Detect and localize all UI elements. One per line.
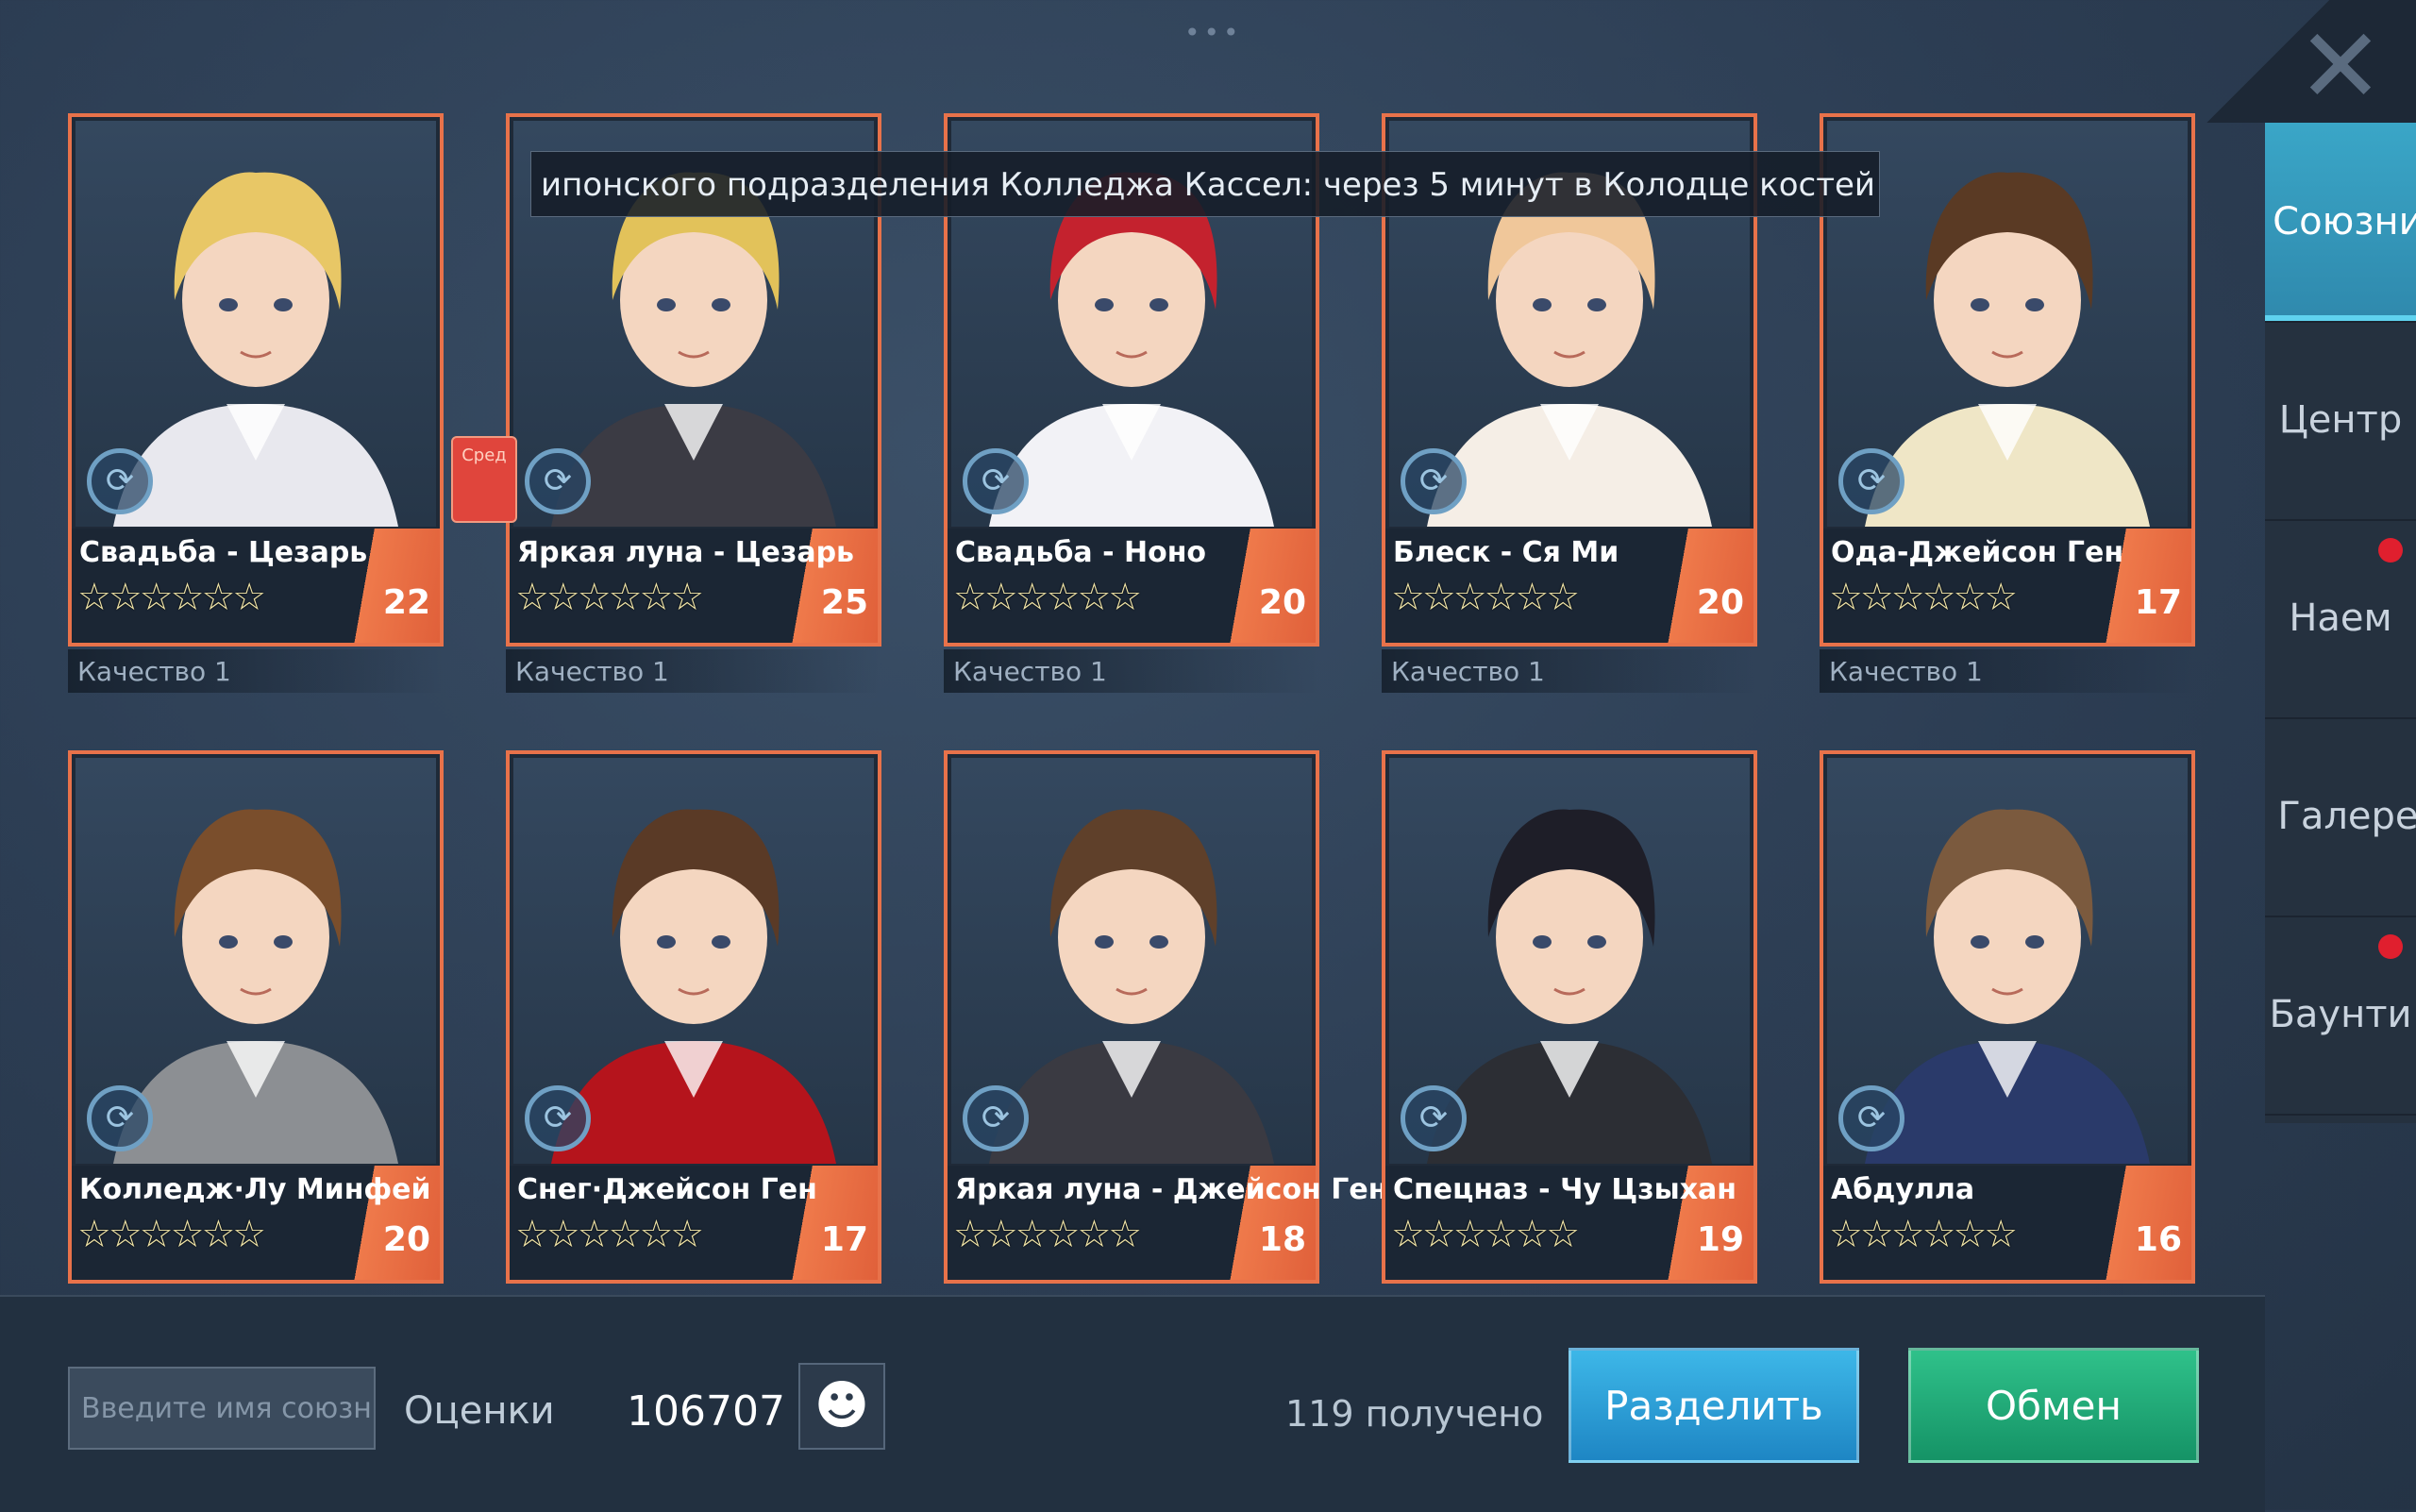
red-tag-label: Сред <box>461 445 507 465</box>
sidebar: Союзник Центр Наем Галерея Баунти <box>2265 123 2416 1123</box>
tab-label: Баунти <box>2269 993 2412 1036</box>
faction-emblem-icon: ⟳ <box>963 448 1029 514</box>
ally-level: 20 <box>1696 583 1744 622</box>
notification-dot <box>2378 934 2403 959</box>
star-rating: ☆☆☆☆☆☆ <box>515 576 704 619</box>
star-rating: ☆☆☆☆☆☆ <box>515 1213 704 1256</box>
ally-name: Спецназ - Чу Цзыхан <box>1393 1173 1737 1206</box>
tab-label: Наем <box>2289 596 2392 640</box>
faction-emblem-icon: ⟳ <box>1838 448 1904 514</box>
received-count: 119 получено <box>1285 1393 1544 1435</box>
score-value: 106707 <box>627 1387 785 1436</box>
ally-name: Свадьба - Цезарь <box>79 536 368 569</box>
star-rating: ☆☆☆☆☆☆ <box>1829 1213 2018 1256</box>
faction-emblem-icon: ⟳ <box>87 1085 153 1151</box>
ally-card[interactable]: ⟳ Яркая луна - Джейсон Ген ☆☆☆☆☆☆ 18 <box>944 750 1387 1284</box>
ally-name: Яркая луна - Цезарь <box>517 536 855 569</box>
tab-gallery[interactable]: Галерея <box>2265 717 2416 917</box>
star-rating: ☆☆☆☆☆☆ <box>77 1213 266 1256</box>
tab-label: Союзник <box>2273 200 2416 244</box>
star-rating: ☆☆☆☆☆☆ <box>1391 576 1580 619</box>
tab-bounty[interactable]: Баунти <box>2265 916 2416 1116</box>
split-button[interactable]: Разделить <box>1569 1348 1859 1463</box>
tab-center[interactable]: Центр <box>2265 321 2416 521</box>
ally-quality: Качество 1 <box>1829 656 1983 687</box>
ally-card-grid: ⟳ Свадьба - Цезарь ☆☆☆☆☆☆ 22 Качество 1 <box>57 113 2227 1293</box>
star-rating: ☆☆☆☆☆☆ <box>77 576 266 619</box>
faction-emblem-icon: ⟳ <box>1838 1085 1904 1151</box>
ally-quality: Качество 1 <box>77 656 231 687</box>
trade-button[interactable]: Обмен <box>1908 1348 2199 1463</box>
faction-emblem-icon: ⟳ <box>1401 448 1467 514</box>
faction-emblem-icon: ⟳ <box>87 448 153 514</box>
more-dots-icon[interactable]: ••• <box>1184 17 1243 48</box>
ally-level: 20 <box>1258 583 1306 622</box>
tab-hire[interactable]: Наем <box>2265 519 2416 719</box>
ally-quality: Качество 1 <box>1391 656 1545 687</box>
faction-emblem-icon: ⟳ <box>1401 1085 1467 1151</box>
ally-level: 22 <box>382 583 430 622</box>
ally-name: Снег·Джейсон Ген <box>517 1173 817 1206</box>
star-rating: ☆☆☆☆☆☆ <box>1391 1213 1580 1256</box>
star-rating: ☆☆☆☆☆☆ <box>1829 576 2018 619</box>
ally-name: Ода-Джейсон Ген <box>1831 536 2124 569</box>
announcement-ticker: ипонского подразделения Колледжа Кассел:… <box>530 151 1880 217</box>
ally-quality: Качество 1 <box>515 656 669 687</box>
star-rating: ☆☆☆☆☆☆ <box>953 576 1142 619</box>
ally-quality: Качество 1 <box>953 656 1107 687</box>
ally-name: Колледж·Лу Минфей <box>79 1173 431 1206</box>
faction-emblem-icon: ⟳ <box>963 1085 1029 1151</box>
notification-dot <box>2378 538 2403 563</box>
tab-allies[interactable]: Союзник <box>2265 123 2416 323</box>
ticker-text: ипонского подразделения Колледжа Кассел:… <box>541 166 1879 204</box>
ally-card[interactable]: ⟳ Свадьба - Цезарь ☆☆☆☆☆☆ 22 Качество 1 <box>68 113 444 693</box>
trade-button-label: Обмен <box>1986 1382 2122 1429</box>
ally-name: Блеск - Ся Ми <box>1393 536 1619 569</box>
faction-emblem-icon: ⟳ <box>525 1085 591 1151</box>
close-icon[interactable]: ✕ <box>2284 14 2397 118</box>
ally-card[interactable]: ⟳ Колледж·Лу Минфей ☆☆☆☆☆☆ 20 <box>68 750 444 1284</box>
score-label: Оценки <box>404 1389 555 1433</box>
star-rating: ☆☆☆☆☆☆ <box>953 1213 1142 1256</box>
ally-level: 17 <box>820 1220 868 1259</box>
ally-card[interactable]: ⟳ Спецназ - Чу Цзыхан ☆☆☆☆☆☆ 19 <box>1382 750 1757 1284</box>
ally-name: Яркая луна - Джейсон Ген <box>955 1173 1388 1206</box>
ally-search-input[interactable] <box>68 1367 376 1450</box>
tab-label: Центр <box>2278 398 2403 442</box>
ally-level: 20 <box>382 1220 430 1259</box>
ally-level: 16 <box>2134 1220 2182 1259</box>
ally-name: Абдулла <box>1831 1173 1975 1206</box>
ally-level: 17 <box>2134 583 2182 622</box>
ally-level: 19 <box>1696 1220 1744 1259</box>
ally-level: 25 <box>820 583 868 622</box>
ally-card[interactable]: ⟳ Абдулла ☆☆☆☆☆☆ 16 <box>1820 750 2195 1284</box>
ally-card[interactable]: ⟳ Снег·Джейсон Ген ☆☆☆☆☆☆ 17 <box>506 750 881 1284</box>
ally-name: Свадьба - Ноно <box>955 536 1207 569</box>
character-head-icon: ☻ <box>798 1363 885 1450</box>
ally-level: 18 <box>1258 1220 1306 1259</box>
tab-label: Галерея <box>2277 795 2416 838</box>
faction-emblem-icon: ⟳ <box>525 448 591 514</box>
red-envelope-icon[interactable]: Сред <box>451 436 517 523</box>
split-button-label: Разделить <box>1604 1382 1823 1429</box>
